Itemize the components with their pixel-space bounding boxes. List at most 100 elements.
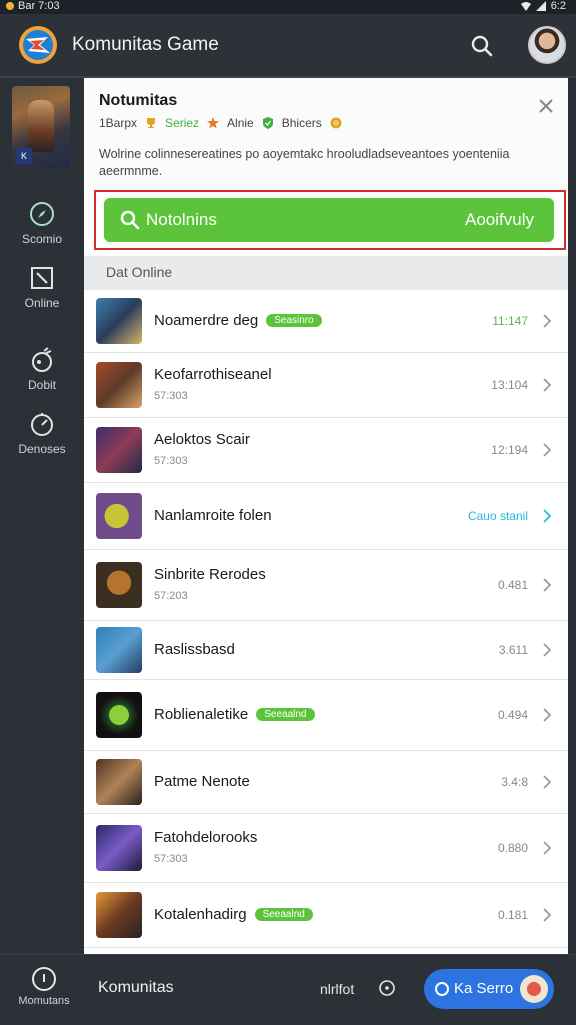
item-value: 0.181 xyxy=(497,908,528,922)
list-item[interactable]: Roblienaletike Seeaalnd 0.494 xyxy=(84,680,568,751)
meta-tag-alnie: Alnie xyxy=(227,116,254,130)
sidebar-item-scomio[interactable]: Scomio xyxy=(0,200,84,246)
item-name-text: Aeloktos Scair xyxy=(154,431,250,448)
trophy-icon xyxy=(147,118,156,128)
game-character-art xyxy=(28,100,54,152)
section-header: Dat Online xyxy=(84,256,568,290)
bottom-nav-home[interactable]: Momutans xyxy=(16,965,72,1007)
sidebar-item-denoses[interactable]: Denoses xyxy=(0,410,84,456)
game-cover-image[interactable]: K xyxy=(12,86,70,168)
item-value: 3.611 xyxy=(498,643,528,657)
signal-icon xyxy=(535,1,546,11)
chevron-right-icon[interactable] xyxy=(542,775,552,789)
game-thumbnail xyxy=(96,562,142,608)
sidebar-item-online[interactable]: Online xyxy=(0,264,84,310)
item-name: Roblienaletike Seeaalnd xyxy=(154,706,315,723)
chevron-right-icon[interactable] xyxy=(542,643,552,657)
panel-description: Wolrine colinnesereatines po aoyemtakc h… xyxy=(99,147,510,178)
community-panel: Notumitas 1Barpx Seriez Alnie Bhicers Wo… xyxy=(84,78,568,954)
game-thumbnail xyxy=(96,362,142,408)
chevron-right-icon[interactable] xyxy=(542,314,552,328)
meta-tag-series: Seriez xyxy=(165,116,200,130)
app-bar: Komunitas Game xyxy=(0,14,576,78)
list-item[interactable]: Keofarrothiseanel 57:303 13:104 xyxy=(84,353,568,418)
item-value: 0.880 xyxy=(497,841,528,855)
game-thumbnail xyxy=(96,493,142,539)
app-title: Komunitas Game xyxy=(72,34,219,55)
list-item[interactable]: Nanlamroite folen Cauo stanil xyxy=(84,483,568,550)
list-item[interactable]: Aeloktos Scair 57:303 12:194 xyxy=(84,418,568,483)
chevron-right-icon[interactable] xyxy=(542,378,552,392)
profile-action-label: Ka Serro xyxy=(454,980,514,997)
meta-tag-bhicers: Bhicers xyxy=(281,116,322,130)
item-name: Nanlamroite folen xyxy=(154,507,272,524)
item-name: Noamerdre deg Seasinro xyxy=(154,312,322,329)
chevron-right-icon[interactable] xyxy=(542,708,552,722)
item-subtext: 57:203 xyxy=(154,590,188,602)
member-count: 1Barpx xyxy=(99,116,138,130)
list-item[interactable]: Sinbrite Rerodes 57:203 0.481 xyxy=(84,550,568,621)
item-name-text: Raslissbasd xyxy=(154,641,235,658)
ring-icon xyxy=(435,982,449,996)
game-thumbnail xyxy=(96,692,142,738)
shield-check-icon xyxy=(262,117,273,129)
list-item[interactable]: Kotalenhadirg Seeaalnd 0.181 xyxy=(84,883,568,948)
game-thumbnail xyxy=(96,825,142,871)
wifi-icon xyxy=(520,2,531,11)
player-list: Noamerdre deg Seasinro 11:147 Keofarrothise… xyxy=(84,290,568,948)
section-title: Dat Online xyxy=(106,264,173,280)
panel-title: Notumitas xyxy=(99,92,178,109)
panel-meta: 1Barpx Seriez Alnie Bhicers xyxy=(99,116,342,130)
chevron-right-icon[interactable] xyxy=(542,841,552,855)
item-name: Aeloktos Scair xyxy=(154,431,250,448)
list-item[interactable]: Patme Nenote 3.4:8 xyxy=(84,751,568,814)
gamepad-icon xyxy=(32,347,52,372)
item-name: Keofarrothiseanel xyxy=(154,366,272,383)
chevron-right-icon[interactable] xyxy=(542,578,552,592)
chevron-right-icon[interactable] xyxy=(542,443,552,457)
item-value: 13:104 xyxy=(491,378,528,392)
item-name: Raslissbasd xyxy=(154,641,235,658)
item-name-text: Roblienaletike xyxy=(154,706,249,723)
game-thumbnail xyxy=(96,298,142,344)
status-circle-icon[interactable] xyxy=(378,979,396,997)
user-avatar[interactable] xyxy=(528,26,566,64)
item-name-text: Keofarrothiseanel xyxy=(154,366,272,383)
sidebar-item-dobit[interactable]: Dobit xyxy=(0,346,84,392)
item-subtext: 57:303 xyxy=(154,853,188,865)
notification-dot-icon xyxy=(6,2,14,10)
list-item[interactable]: Fatohdelorooks 57:303 0.880 xyxy=(84,814,568,883)
item-name: Patme Nenote xyxy=(154,773,250,790)
sidebar-item-label: Denoses xyxy=(18,442,66,456)
item-name-text: Noamerdre deg xyxy=(154,312,259,329)
status-time: Bar 7:03 xyxy=(18,0,60,12)
item-value: 0.494 xyxy=(497,708,528,722)
chevron-right-icon[interactable] xyxy=(542,509,552,523)
join-button-right-label: Aooifvuly xyxy=(465,210,534,229)
app-logo-icon[interactable] xyxy=(18,25,58,65)
star-icon xyxy=(207,117,220,129)
sidebar-item-label: Dobit xyxy=(27,378,56,392)
list-item[interactable]: Noamerdre deg Seasinro 11:147 xyxy=(84,290,568,353)
bottom-nav-home-label: Momutans xyxy=(18,995,70,1007)
box-icon xyxy=(31,267,53,289)
join-online-button[interactable]: Notolnins Aooifvuly xyxy=(104,198,554,242)
item-tag-badge: Seeaalnd xyxy=(256,708,315,721)
item-name: Fatohdelorooks xyxy=(154,829,257,846)
game-badge-icon: K xyxy=(16,148,32,164)
bottom-title: Komunitas xyxy=(98,979,174,996)
item-name: Sinbrite Rerodes xyxy=(154,566,266,583)
item-name-text: Patme Nenote xyxy=(154,773,250,790)
chevron-right-icon[interactable] xyxy=(542,908,552,922)
sidebar-item-label: Scomio xyxy=(21,232,62,246)
item-name: Kotalenhadirg Seeaalnd xyxy=(154,906,313,923)
sidebar-item-label: Online xyxy=(24,296,60,310)
search-icon[interactable] xyxy=(468,32,496,60)
item-name-text: Kotalenhadirg xyxy=(154,906,247,923)
join-button-label: Notolnins xyxy=(146,210,217,229)
status-left: Bar 7:03 xyxy=(6,0,60,12)
close-icon[interactable] xyxy=(536,96,556,116)
game-thumbnail xyxy=(96,759,142,805)
profile-action-button[interactable]: Ka Serro xyxy=(424,969,554,1009)
list-item[interactable]: Raslissbasd 3.611 xyxy=(84,621,568,680)
